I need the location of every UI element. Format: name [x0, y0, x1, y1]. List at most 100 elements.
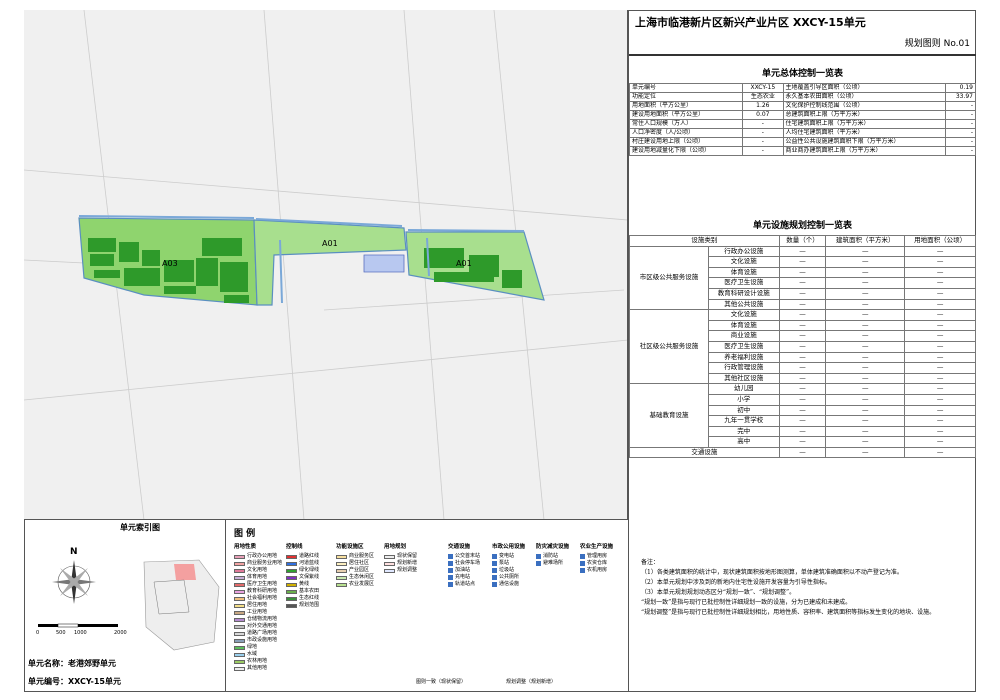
- facility-icon: [580, 554, 585, 559]
- legend-item: 变电站: [492, 553, 525, 560]
- legend-swatch: [336, 554, 347, 559]
- facility-icon: [536, 561, 541, 566]
- table1-cell: 1.26: [742, 101, 784, 111]
- note-line: （1）各类建筑面积的统计中，现状建筑面积按地形图测算，单体建筑准确面积以不动产登…: [641, 569, 903, 576]
- legend-label: 现状保留: [397, 553, 418, 559]
- legend-item: 体育用地: [234, 574, 282, 581]
- facility-icon: [448, 575, 453, 580]
- legend-item: 垃圾站: [492, 567, 525, 574]
- legend-icon-column: 农业生产设施 管理用房 农资仓库 农机用房: [580, 544, 613, 574]
- table1-cell: -: [944, 128, 977, 138]
- svg-text:2000: 2000: [114, 630, 127, 636]
- legend-label: 农资仓库: [587, 560, 608, 566]
- legend-label: 泵站: [499, 560, 510, 566]
- legend-label: 避难场所: [543, 560, 564, 566]
- table2-value: —: [778, 298, 827, 311]
- legend-swatch: [336, 575, 347, 580]
- table2-value: —: [904, 266, 976, 279]
- table1-cell: 常住人口规模（万人）: [628, 119, 744, 129]
- table2-value: —: [778, 287, 827, 300]
- legend-swatch: [234, 666, 245, 671]
- legend-swatch: [234, 645, 245, 650]
- table2-value: —: [778, 309, 827, 321]
- legend-item: 规划调整: [384, 567, 417, 574]
- legend-item: 道路广场用地: [234, 630, 282, 637]
- table2-value: —: [825, 393, 906, 406]
- table2-item: 行政办公设施: [707, 245, 780, 258]
- table2-value: —: [825, 298, 906, 311]
- legend-swatch: [234, 659, 245, 664]
- facility-icon: [492, 568, 497, 573]
- legend-item: 轨道站点: [448, 581, 480, 588]
- legend-item: 居住社区: [336, 560, 374, 567]
- table1-cell: 村庄建设用地上限（公顷）: [628, 137, 744, 147]
- table1-cell: -: [742, 137, 784, 147]
- legend-label: 农业发展区: [349, 581, 375, 587]
- table1-cell: -: [944, 119, 977, 129]
- legend-swatch: [336, 582, 347, 587]
- legend-swatch: [286, 589, 297, 594]
- legend-label: 生态红线: [299, 595, 320, 601]
- table2-value: —: [825, 266, 906, 279]
- title-block: 上海市临港新片区新兴产业片区 XXCY-15单元 规划图则 No.01: [629, 10, 976, 56]
- legend: 图 例 用地性质 行政办公用地 商业服务业用地 文化用地 体育用地 医疗卫生用地 教育科研用…: [226, 520, 628, 692]
- table1-cell: 主地覆盖引导区面积（公顷）: [782, 83, 946, 93]
- legend-item: 对外交通用地: [234, 623, 282, 630]
- legend-item: 行政办公用地: [234, 553, 282, 560]
- legend-label: 规划新增: [397, 560, 418, 566]
- svg-text:1000: 1000: [74, 630, 87, 636]
- legend-label: 规划范围: [299, 602, 320, 608]
- legend-item: 道路红线: [286, 553, 319, 560]
- legend-item: 水域: [234, 651, 282, 658]
- table1-cell: -: [944, 137, 977, 147]
- legend-item: 河道蓝线: [286, 560, 319, 567]
- table2-group: 社区级公共服务设施: [629, 309, 709, 385]
- table1-cell: 商业商办建筑面积上限（万平方米）: [782, 146, 946, 156]
- table2-value: —: [825, 287, 906, 300]
- note-line: （2）本单元规划中涉及到的新地内住宅性设施开发容量为引导性指标。: [641, 579, 831, 586]
- legend-swatch: [384, 554, 395, 559]
- table2-value: —: [778, 277, 827, 289]
- legend-item: 居住用地: [234, 602, 282, 609]
- table2-item: 文化设施: [707, 256, 780, 268]
- legend-label: 黄线: [299, 581, 310, 587]
- planning-map[interactable]: A03 A01 A01: [24, 10, 628, 520]
- table2-value: —: [778, 319, 827, 332]
- legend-item: 公共厕所: [492, 574, 525, 581]
- legend-label: 居住社区: [349, 560, 370, 566]
- legend-column-head: 市政公用设施: [492, 544, 526, 550]
- legend-label: 道路红线: [299, 553, 320, 559]
- facility-icon: [492, 582, 497, 587]
- legend-column: 功能设施区 商业服务区 居住社区 产业园区 生态休闲区 农业发展区: [336, 544, 374, 588]
- legend-item: 文保紫线: [286, 574, 319, 581]
- table1-row: 常住人口规模（万人） - 住宅建筑面积上限（万平方米） -: [628, 119, 977, 129]
- legend-swatch: [286, 554, 297, 559]
- legend-label: 规划调整: [397, 567, 418, 573]
- table2-row: 基础教育设施 幼儿园 — — —: [629, 383, 976, 448]
- table2-item: 幼儿园: [707, 383, 780, 395]
- unit-code: 单元编号：XXCY-15单元: [28, 677, 121, 686]
- table2-value: —: [825, 446, 906, 459]
- table2-value: —: [825, 404, 906, 417]
- index-panel: 单元索引图 N 0 500 1000 2000 单元名称：老港郊野单元 单元编号: [24, 520, 226, 692]
- legend-swatch: [234, 575, 245, 580]
- legend-label: 垃圾站: [499, 567, 515, 573]
- legend-label: 绿地: [247, 644, 258, 650]
- legend-label: 生态休闲区: [349, 574, 375, 580]
- table2-value: —: [825, 309, 906, 321]
- legend-item: 加油站: [448, 567, 480, 574]
- table2-value: —: [778, 383, 827, 395]
- legend-column-head: 农业生产设施: [580, 544, 614, 550]
- table2-item: 九年一贯学校: [707, 415, 780, 427]
- table2-item: 完中: [707, 425, 780, 438]
- table2-item: 初中: [707, 404, 780, 417]
- table1-cell: -: [742, 128, 784, 138]
- legend-label: 变电站: [499, 553, 515, 559]
- table1-cell: 0.19: [944, 83, 977, 93]
- legend-label: 教育科研用地: [247, 588, 278, 594]
- table2-value: —: [778, 436, 827, 448]
- table2-value: —: [825, 383, 906, 395]
- table1-cell: 公益性公共设施建筑面积下限（万平方米）: [782, 137, 946, 147]
- legend-column-head: 功能设施区: [336, 544, 364, 550]
- legend-label: 轨道站点: [455, 581, 476, 587]
